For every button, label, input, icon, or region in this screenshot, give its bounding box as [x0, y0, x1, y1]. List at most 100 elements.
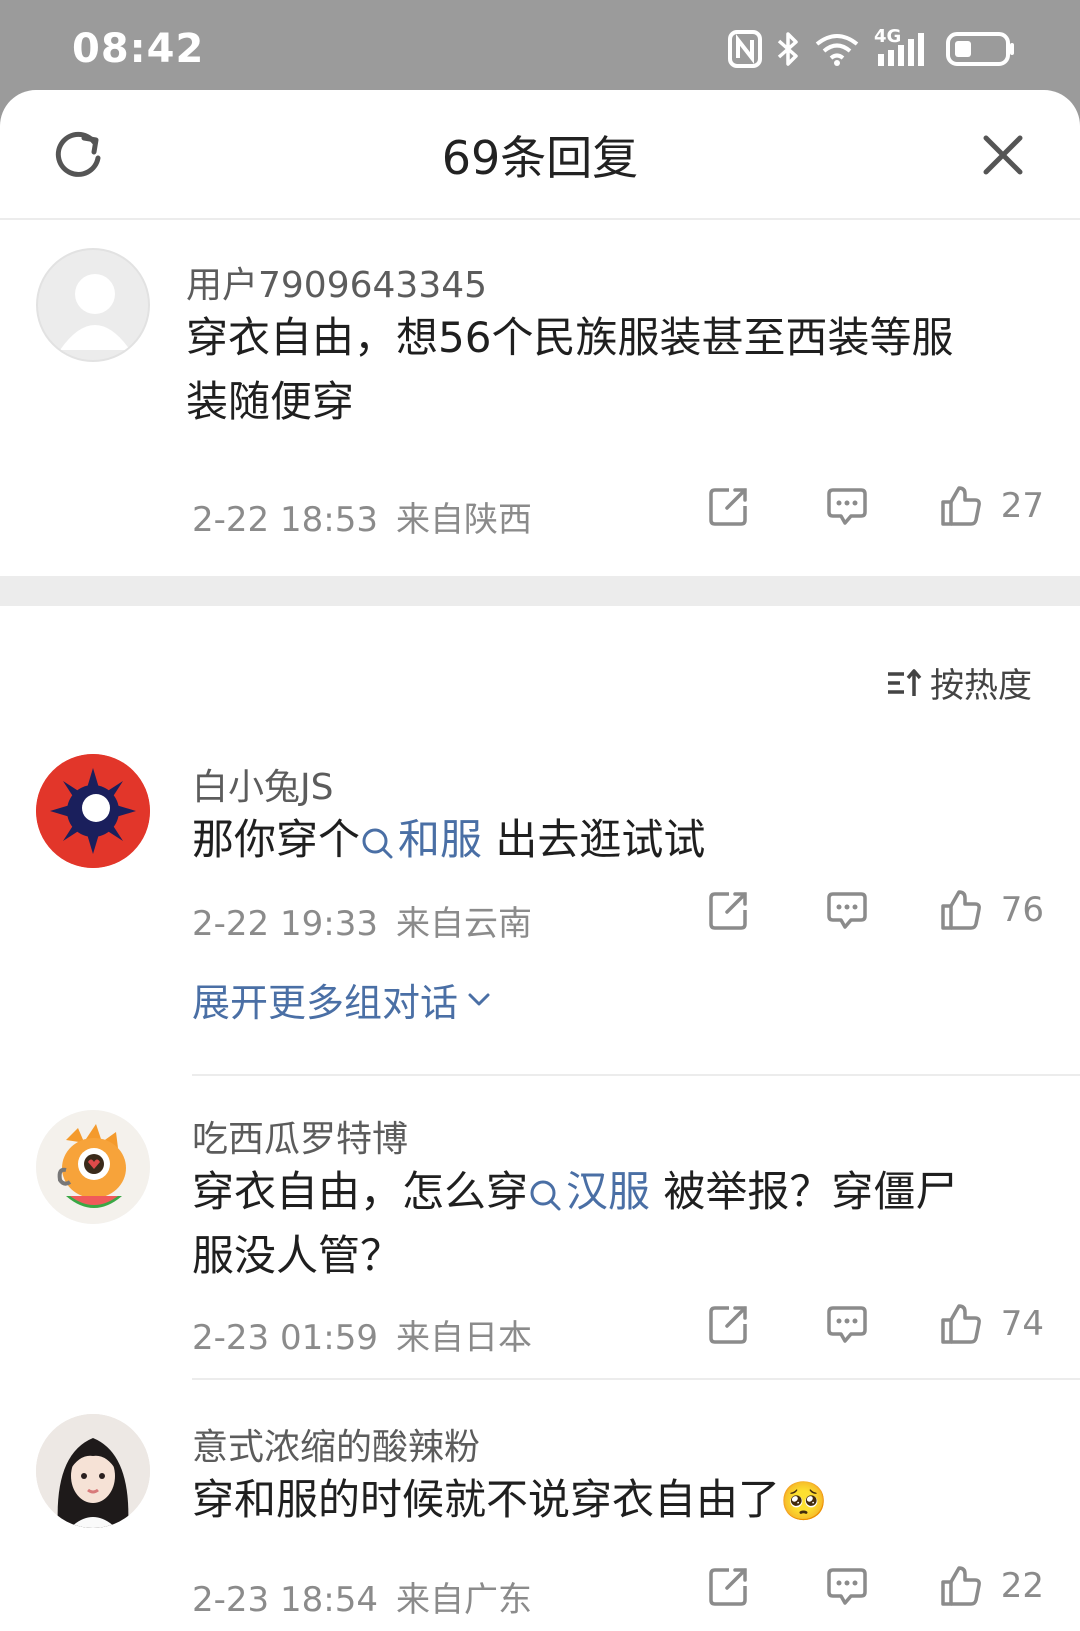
comment-text-part: 被举报？穿僵尸	[650, 1167, 958, 1216]
sort-label: 按热度	[930, 666, 1032, 706]
comment-location: 来自日本	[395, 1318, 532, 1358]
like-button[interactable]: 22	[939, 1564, 1044, 1608]
like-count: 74	[1000, 1304, 1044, 1344]
status-icons: 4G	[728, 26, 1016, 68]
section-divider	[0, 576, 1080, 606]
page-title: 69条回复	[441, 131, 639, 185]
avatar-sun-logo	[36, 754, 150, 868]
avatar[interactable]	[36, 754, 150, 868]
like-count: 76	[1000, 890, 1044, 930]
comment-text: 穿衣自由，想56个民族服装甚至西装等服 装随便穿	[186, 306, 953, 434]
share-icon	[708, 488, 747, 526]
reply-button[interactable]	[825, 1564, 869, 1608]
thumbs-up-icon	[940, 1566, 981, 1606]
comment-meta: 2-23 01:59 来自日本	[192, 1310, 532, 1359]
like-button[interactable]: 74	[939, 1302, 1044, 1346]
comment-actions: 22	[707, 1564, 1044, 1608]
comment-time: 2-23 01:59	[192, 1318, 378, 1358]
crying-emoji: 🥺	[780, 1479, 828, 1523]
comment-icon	[826, 1306, 867, 1343]
comment-actions: 76	[707, 888, 1044, 932]
search-icon	[530, 1180, 561, 1210]
avatar[interactable]	[36, 248, 150, 362]
comment-location: 来自云南	[395, 904, 532, 944]
reply-button[interactable]	[825, 1302, 869, 1346]
bluetooth-icon	[777, 32, 798, 66]
thumbs-up-icon	[940, 486, 981, 526]
comment-text-line: 服没人管？	[192, 1231, 403, 1280]
battery-icon	[946, 32, 1014, 66]
reply-item: 吃西瓜罗特博 穿衣自由，怎么穿 汉服 被举报？穿僵尸 服没人管？ 2-23 01:…	[0, 1076, 1080, 1380]
username[interactable]: 白小兔JS	[192, 758, 333, 810]
comment-actions: 27	[707, 484, 1044, 528]
comment-text: 穿衣自由，怎么穿 汉服 被举报？穿僵尸 服没人管？	[192, 1160, 957, 1288]
status-time: 08:42	[72, 26, 205, 72]
comment-icon	[826, 488, 867, 525]
comment-actions: 74	[707, 1302, 1044, 1346]
nfc-icon	[728, 30, 762, 68]
comment-text-part: 那你穿个	[192, 815, 361, 864]
comment-text-line: 穿衣自由，想56个民族服装甚至西装等服	[186, 313, 954, 362]
reply-button[interactable]	[825, 888, 869, 932]
topic-label: 汉服	[566, 1167, 651, 1216]
like-button[interactable]: 27	[939, 484, 1044, 528]
thumbs-up-icon	[940, 1304, 981, 1344]
comment-icon	[826, 892, 867, 929]
sort-row: 按热度	[0, 606, 1080, 736]
default-user-icon	[60, 274, 130, 350]
close-icon[interactable]	[978, 130, 1028, 180]
expand-label: 展开更多组对话	[192, 981, 459, 1025]
comment-text-line: 装随便穿	[186, 377, 355, 426]
avatar[interactable]	[36, 1110, 150, 1224]
topic-link[interactable]: 和服	[360, 815, 482, 864]
comment-time: 2-22 19:33	[192, 904, 378, 944]
like-count: 22	[1000, 1566, 1044, 1606]
share-icon	[708, 1568, 747, 1606]
thumbs-up-icon	[940, 890, 981, 930]
replies-sheet: 69条回复 用户7909643345 穿衣自由，想56个民族服装甚至西装等服 装…	[0, 90, 1080, 1631]
status-bar: 08:42 4G	[0, 0, 1080, 100]
share-icon	[708, 1306, 747, 1344]
comment-time: 2-22 18:53	[192, 500, 378, 540]
comment-meta: 2-22 18:53 来自陕西	[192, 492, 532, 541]
share-button[interactable]	[707, 1564, 751, 1608]
share-icon	[708, 892, 747, 930]
username[interactable]: 吃西瓜罗特博	[192, 1110, 408, 1162]
expand-conversation-button[interactable]: 展开更多组对话	[192, 972, 494, 1027]
comment-text: 那你穿个 和服 出去逛试试	[192, 808, 705, 872]
comment-location: 来自陕西	[395, 500, 532, 540]
reply-item: 白小兔JS 那你穿个 和服 出去逛试试 2-22 19:33 来自云南 76 展开更…	[0, 736, 1080, 1076]
username[interactable]: 用户7909643345	[186, 256, 487, 308]
topic-label: 和服	[398, 815, 483, 864]
search-icon	[362, 828, 393, 858]
cellular-signal: 4G	[874, 26, 932, 68]
reply-button[interactable]	[825, 484, 869, 528]
comment-icon	[826, 1568, 867, 1605]
comment-time: 2-23 18:54	[192, 1580, 378, 1620]
avatar-cartoon-image	[36, 1110, 150, 1224]
wifi-icon	[815, 34, 859, 66]
share-button[interactable]	[707, 1302, 751, 1346]
like-count: 27	[1000, 486, 1044, 526]
topic-link[interactable]: 汉服	[528, 1167, 650, 1216]
sort-button[interactable]: 按热度	[886, 658, 1032, 707]
sort-icon	[888, 668, 922, 696]
avatar-portrait-image	[36, 1414, 150, 1528]
comment-text-line: 穿衣自由，怎么穿 汉服 被举报？穿僵尸	[192, 1160, 957, 1224]
comment-text-part: 穿和服的时候就不说穿衣自由了	[192, 1475, 781, 1524]
like-button[interactable]: 76	[939, 888, 1044, 932]
sheet-header: 69条回复	[0, 90, 1080, 220]
signal-bars-icon	[878, 33, 924, 66]
share-button[interactable]	[707, 888, 751, 932]
username[interactable]: 意式浓缩的酸辣粉	[192, 1418, 480, 1470]
reply-item: 意式浓缩的酸辣粉 穿和服的时候就不说穿衣自由了🥺 2-23 18:54 来自广东 …	[0, 1380, 1080, 1620]
comment-meta: 2-22 19:33 来自云南	[192, 896, 532, 945]
share-button[interactable]	[707, 484, 751, 528]
comment-location: 来自广东	[395, 1580, 532, 1620]
comment-text: 穿和服的时候就不说穿衣自由了🥺	[192, 1468, 827, 1533]
comment-meta: 2-23 18:54 来自广东	[192, 1572, 532, 1621]
chevron-down-icon	[468, 993, 490, 1005]
comment-text-part: 穿衣自由，怎么穿	[192, 1167, 529, 1216]
comment-text-part: 出去逛试试	[482, 815, 706, 864]
avatar[interactable]	[36, 1414, 150, 1528]
